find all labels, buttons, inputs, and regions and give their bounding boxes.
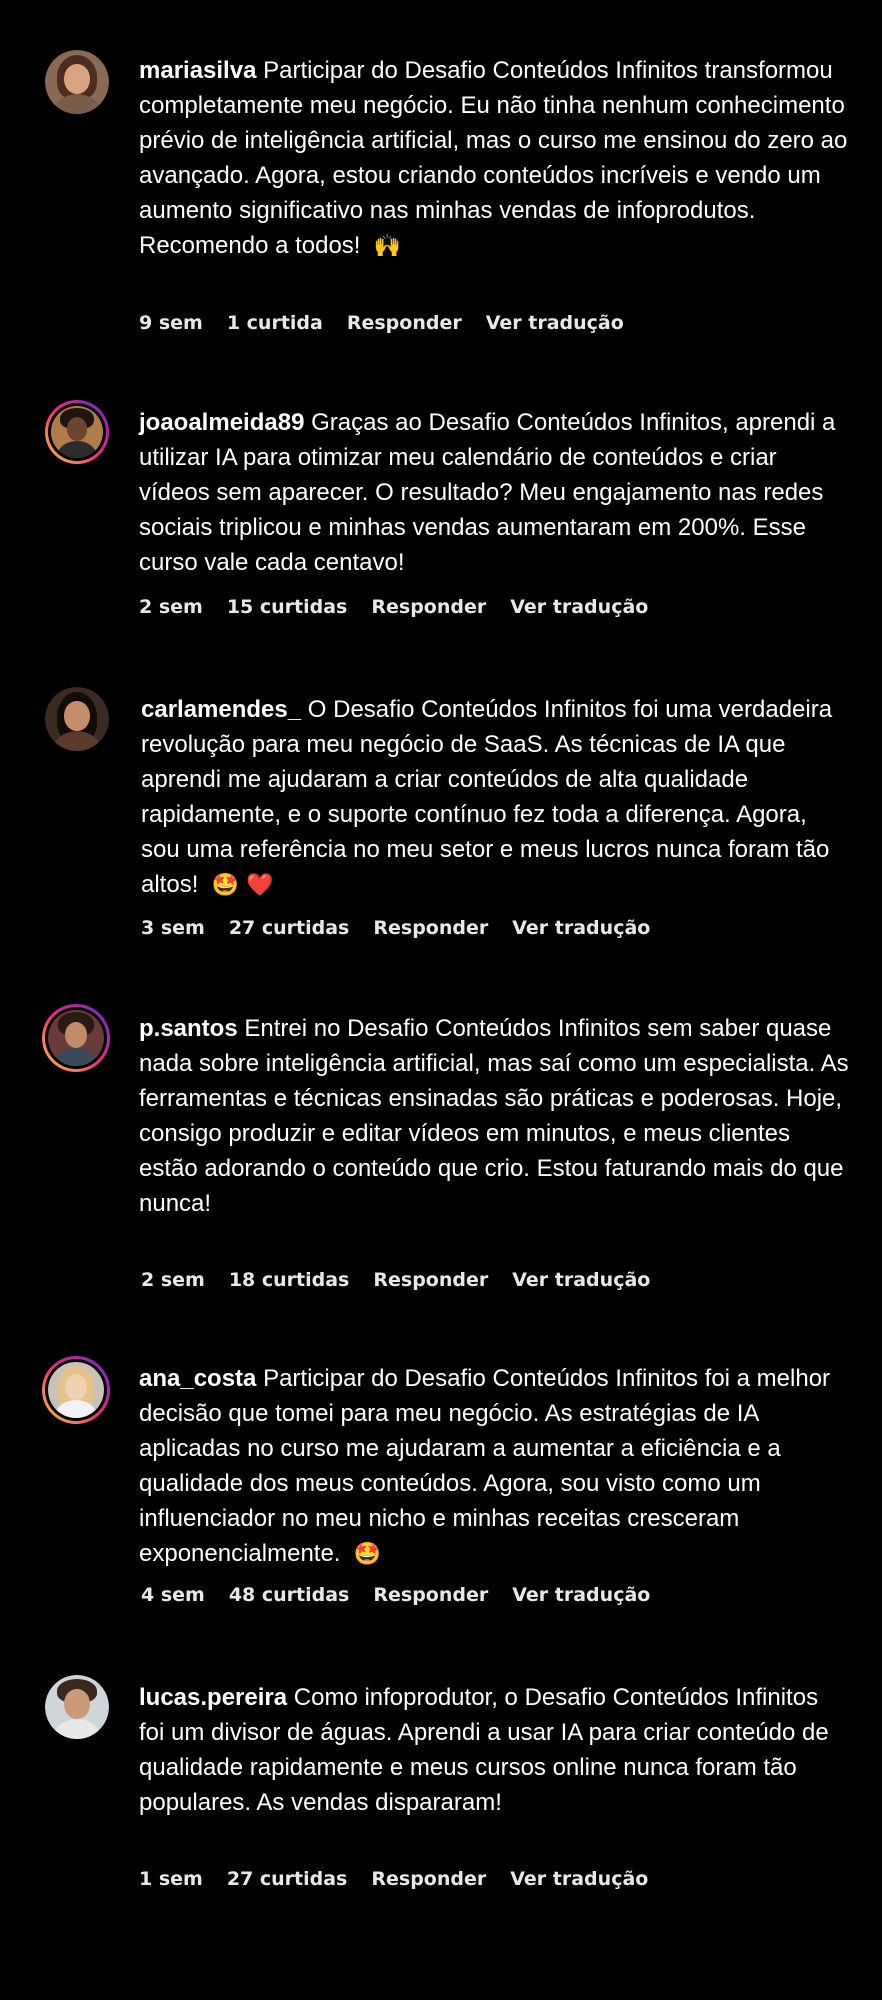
reply-button[interactable]: Responder	[371, 1868, 486, 1890]
avatar[interactable]	[45, 400, 109, 464]
comment-time: 4 sem	[141, 1584, 205, 1606]
comment-text: ana_costa Participar do Desafio Conteúdo…	[139, 1361, 849, 1572]
comment-username[interactable]: mariasilva	[139, 57, 256, 84]
comment-time: 1 sem	[139, 1868, 203, 1890]
see-translation-button[interactable]: Ver tradução	[486, 312, 624, 334]
comment-body: Participar do Desafio Conteúdos Infinito…	[139, 1365, 831, 1567]
comment-username[interactable]: p.santos	[139, 1015, 238, 1042]
comment-text: carlamendes_ O Desafio Conteúdos Infinit…	[141, 692, 851, 903]
reply-button[interactable]: Responder	[347, 312, 462, 334]
comment-actions: 4 sem 48 curtidas Responder Ver tradução	[141, 1584, 674, 1606]
avatar[interactable]	[42, 1004, 110, 1072]
raised-hands-emoji-icon: 🙌	[373, 234, 402, 259]
comment-time: 2 sem	[141, 1269, 205, 1291]
reply-button[interactable]: Responder	[373, 917, 488, 939]
comment-username[interactable]: carlamendes_	[141, 696, 301, 723]
reply-button[interactable]: Responder	[373, 1584, 488, 1606]
comment-actions: 2 sem 18 curtidas Responder Ver tradução	[141, 1269, 674, 1291]
comment-username[interactable]: ana_costa	[139, 1365, 256, 1392]
reply-button[interactable]: Responder	[371, 596, 486, 618]
comment-body: Participar do Desafio Conteúdos Infinito…	[139, 57, 848, 259]
comment-actions: 2 sem 15 curtidas Responder Ver tradução	[139, 596, 672, 618]
comment-time: 3 sem	[141, 917, 205, 939]
likes-count-button[interactable]: 15 curtidas	[227, 596, 348, 618]
reply-button[interactable]: Responder	[373, 1269, 488, 1291]
comment-text: lucas.pereira Como infoprodutor, o Desaf…	[139, 1680, 849, 1820]
see-translation-button[interactable]: Ver tradução	[512, 917, 650, 939]
likes-count-button[interactable]: 18 curtidas	[229, 1269, 350, 1291]
avatar[interactable]	[42, 1356, 110, 1424]
avatar[interactable]	[45, 1675, 109, 1739]
comment-body: O Desafio Conteúdos Infinitos foi uma ve…	[141, 696, 833, 898]
see-translation-button[interactable]: Ver tradução	[510, 596, 648, 618]
comment-actions: 9 sem 1 curtida Responder Ver tradução	[139, 312, 648, 334]
star-eyes-heart-emoji-icon: 🤩 ❤️	[211, 873, 274, 898]
comment-time: 9 sem	[139, 312, 203, 334]
comment-actions: 3 sem 27 curtidas Responder Ver tradução	[141, 917, 674, 939]
likes-count-button[interactable]: 27 curtidas	[227, 1868, 348, 1890]
comment-actions: 1 sem 27 curtidas Responder Ver tradução	[139, 1868, 672, 1890]
see-translation-button[interactable]: Ver tradução	[512, 1269, 650, 1291]
avatar[interactable]	[45, 687, 109, 751]
comment-username[interactable]: joaoalmeida89	[139, 409, 304, 436]
comment-time: 2 sem	[139, 596, 203, 618]
comment-text: p.santos Entrei no Desafio Conteúdos Inf…	[139, 1011, 849, 1221]
likes-count-button[interactable]: 27 curtidas	[229, 917, 350, 939]
comment-username[interactable]: lucas.pereira	[139, 1684, 287, 1711]
comment-text: joaoalmeida89 Graças ao Desafio Conteúdo…	[139, 405, 849, 580]
see-translation-button[interactable]: Ver tradução	[510, 1868, 648, 1890]
star-eyes-emoji-icon: 🤩	[353, 1542, 382, 1567]
comment-text: mariasilva Participar do Desafio Conteúd…	[139, 53, 849, 264]
comment-body: Entrei no Desafio Conteúdos Infinitos se…	[139, 1015, 849, 1217]
avatar[interactable]	[45, 50, 109, 114]
likes-count-button[interactable]: 1 curtida	[227, 312, 323, 334]
likes-count-button[interactable]: 48 curtidas	[229, 1584, 350, 1606]
see-translation-button[interactable]: Ver tradução	[512, 1584, 650, 1606]
